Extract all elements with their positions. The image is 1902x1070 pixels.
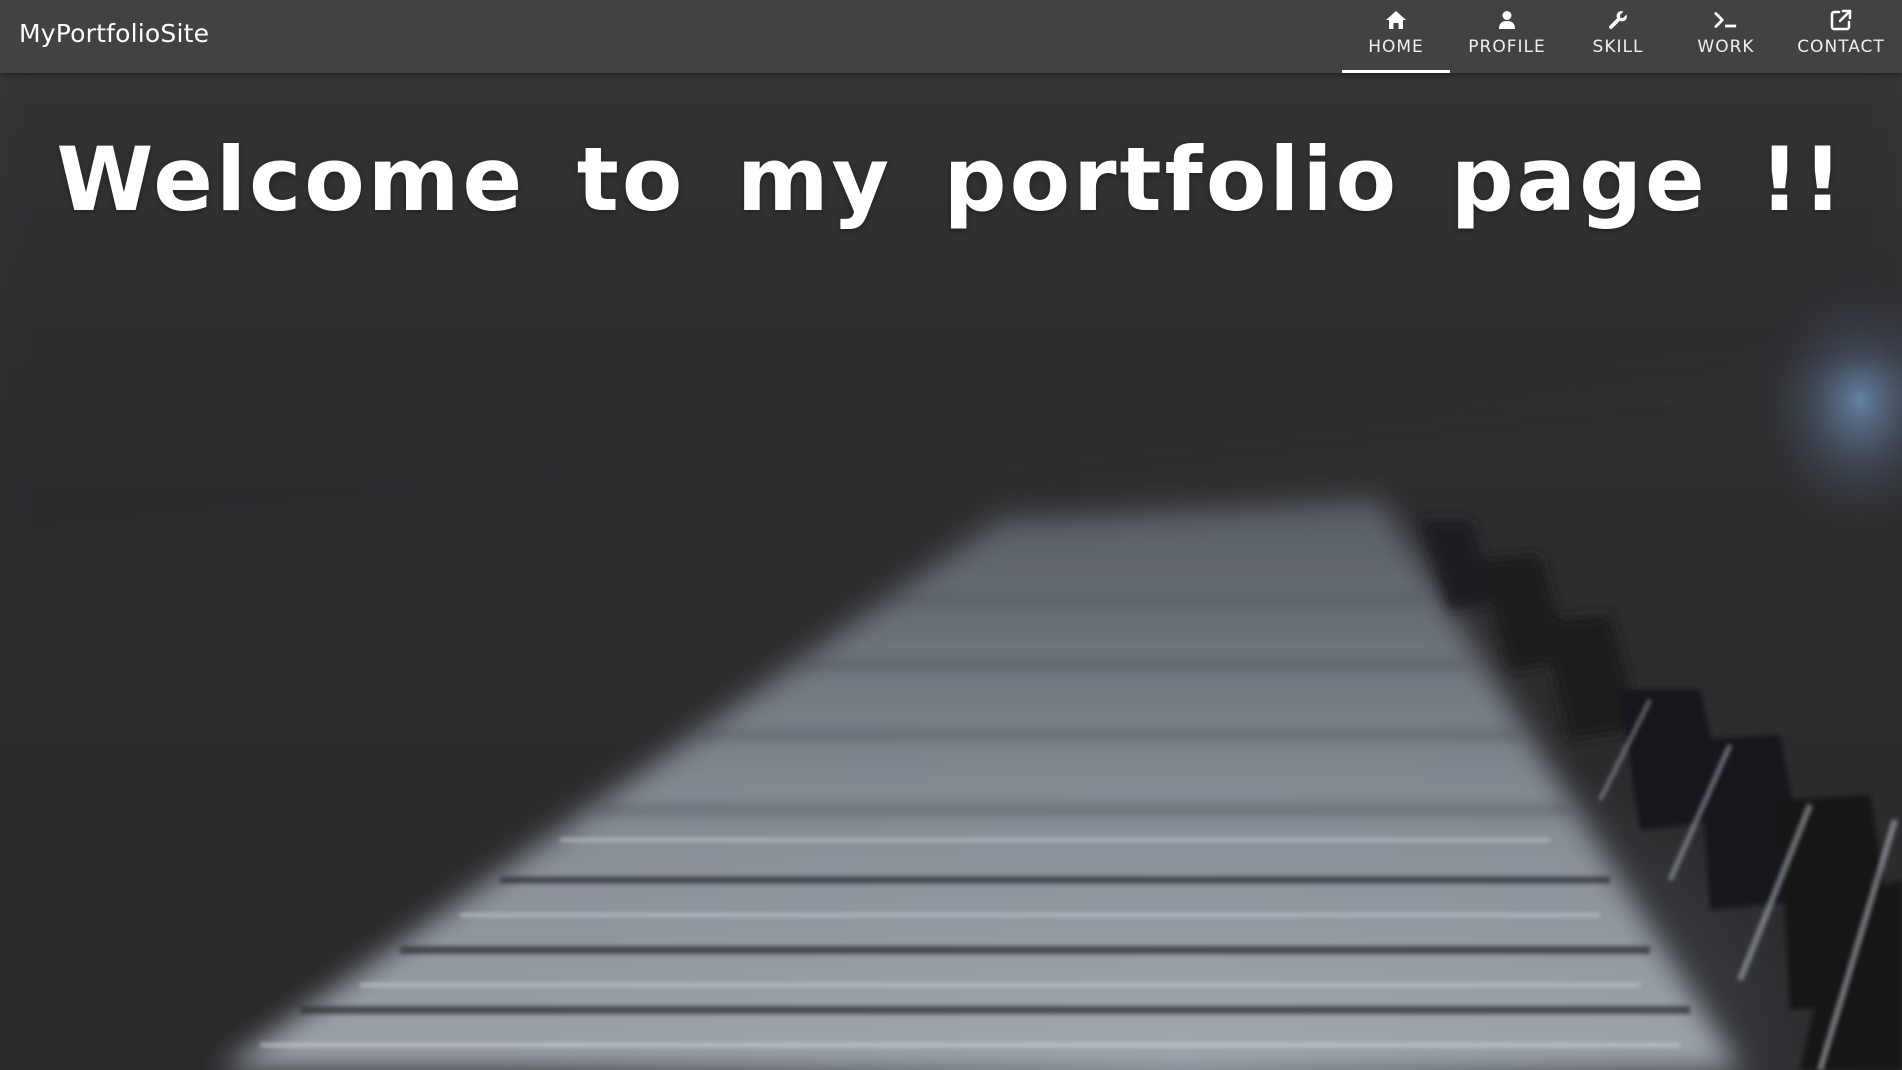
nav-item-label: CONTACT xyxy=(1797,37,1885,57)
nav-item-profile[interactable]: PROFILE xyxy=(1450,0,1564,73)
nav-item-work[interactable]: WORK xyxy=(1672,0,1780,73)
nav-item-label: SKILL xyxy=(1592,37,1644,57)
user-icon xyxy=(1495,8,1519,32)
terminal-icon xyxy=(1714,8,1738,32)
home-icon xyxy=(1384,8,1408,32)
navbar: MyPortfolioSite HOME PROFILE SKILL WORK … xyxy=(0,0,1902,73)
brand-logo[interactable]: MyPortfolioSite xyxy=(19,19,209,48)
nav-item-home[interactable]: HOME xyxy=(1342,0,1450,73)
hero-headline: Welcome to my portfolio page !! xyxy=(56,128,1846,231)
wrench-icon xyxy=(1606,8,1630,32)
nav-item-contact[interactable]: CONTACT xyxy=(1780,0,1902,73)
portfolio-page: MyPortfolioSite HOME PROFILE SKILL WORK … xyxy=(0,0,1902,1070)
nav-menu: HOME PROFILE SKILL WORK CONTACT xyxy=(1342,0,1902,73)
nav-item-label: HOME xyxy=(1368,37,1424,57)
nav-item-skill[interactable]: SKILL xyxy=(1564,0,1672,73)
nav-item-label: PROFILE xyxy=(1468,37,1546,57)
nav-item-label: WORK xyxy=(1697,37,1755,57)
external-link-icon xyxy=(1829,8,1853,32)
